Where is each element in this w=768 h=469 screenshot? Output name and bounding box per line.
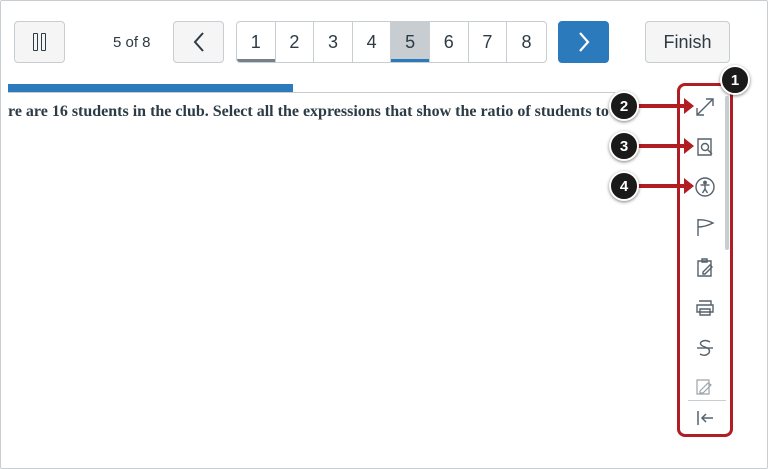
- next-button[interactable]: [558, 21, 609, 63]
- flag-icon[interactable]: [694, 216, 716, 238]
- chevron-left-icon: [193, 32, 204, 52]
- chevron-right-icon: [578, 32, 589, 52]
- accessibility-icon[interactable]: [694, 176, 716, 198]
- finish-button[interactable]: Finish: [645, 21, 730, 63]
- page-7-button[interactable]: 7: [469, 22, 508, 62]
- callout-arrow-3: [634, 138, 694, 154]
- tools-sidebar: [677, 83, 733, 437]
- clipboard-edit-icon[interactable]: [694, 257, 716, 279]
- progress-fill: [8, 84, 294, 92]
- callout-arrow-2: [634, 98, 694, 114]
- question-count: 5 of 8: [113, 34, 151, 51]
- page-3-button[interactable]: 3: [314, 22, 353, 62]
- progress-bar: [8, 84, 615, 93]
- page-5-button[interactable]: 5: [391, 22, 430, 62]
- quiz-window: 5 of 8 1 2 3 4 5 6 7 8 Finish re are 16 …: [0, 0, 768, 469]
- callout-3: 3: [609, 131, 639, 161]
- previous-button[interactable]: [173, 21, 224, 63]
- callout-1: 1: [720, 65, 750, 95]
- callout-4: 4: [609, 171, 639, 201]
- question-text: re are 16 students in the club. Select a…: [8, 103, 609, 120]
- pause-icon: [33, 33, 38, 51]
- search-document-icon[interactable]: [694, 136, 716, 158]
- annotate-icon[interactable]: [694, 375, 716, 397]
- page-2-button[interactable]: 2: [276, 22, 315, 62]
- page-6-button[interactable]: 6: [430, 22, 469, 62]
- print-icon[interactable]: [694, 297, 716, 319]
- strikethrough-icon[interactable]: [694, 337, 716, 359]
- page-8-button[interactable]: 8: [507, 22, 546, 62]
- callout-2: 2: [609, 91, 639, 121]
- pause-button[interactable]: [14, 21, 65, 63]
- page-4-button[interactable]: 4: [353, 22, 392, 62]
- sidebar-divider: [688, 400, 726, 401]
- page-1-button[interactable]: 1: [237, 22, 276, 62]
- question-pagination: 1 2 3 4 5 6 7 8: [236, 21, 547, 63]
- expand-icon[interactable]: [694, 96, 716, 118]
- sidebar-scrollbar[interactable]: [725, 96, 729, 250]
- callout-arrow-4: [634, 178, 694, 194]
- collapse-icon[interactable]: [694, 407, 716, 429]
